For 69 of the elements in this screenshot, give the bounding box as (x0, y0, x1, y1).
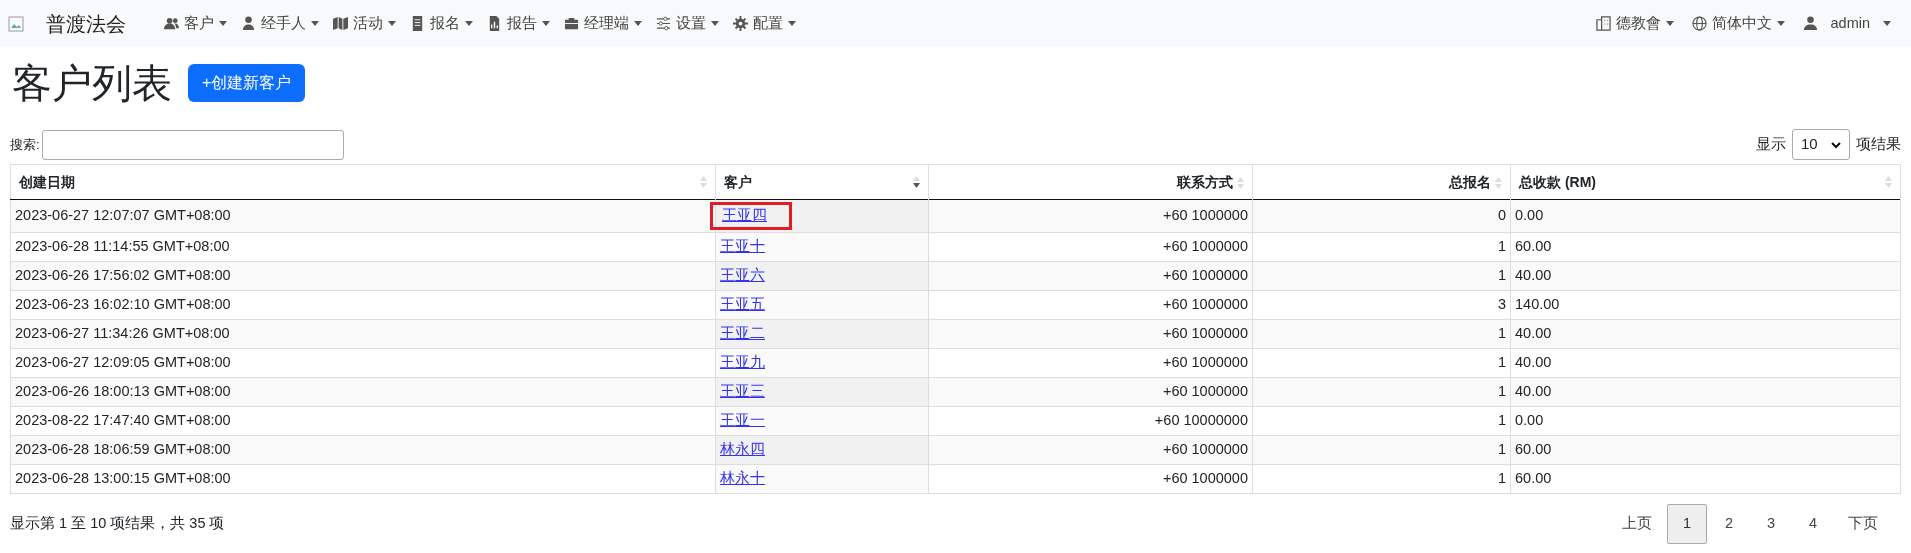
nav-menu-item[interactable]: 配置 (733, 12, 796, 35)
nav-menu-item[interactable]: 经理端 (564, 12, 642, 35)
table-cell: 60.00 (1510, 464, 1901, 494)
caret-icon (465, 21, 473, 26)
column-header[interactable]: 客户 (715, 164, 929, 200)
search-field[interactable] (41, 129, 344, 160)
customer-link[interactable]: 王亚四 (722, 207, 767, 223)
column-header[interactable]: 创建日期 (10, 164, 716, 200)
map-icon (333, 16, 348, 31)
create-customer-button[interactable]: +创建新客户 (188, 64, 306, 102)
caret-icon (311, 21, 319, 26)
caret-icon (711, 21, 719, 26)
table-cell: 1 (1252, 464, 1511, 494)
nav-menu-item[interactable]: 德教會 (1595, 12, 1674, 35)
page-button[interactable]: 上页 (1609, 503, 1665, 544)
customer-link[interactable]: 王亚九 (720, 353, 765, 370)
nav-menu-item[interactable]: 报名 (410, 12, 473, 35)
nav-menu-item[interactable]: admin (1802, 12, 1891, 35)
briefcase-icon (564, 16, 579, 31)
nav-menu-item[interactable]: 经手人 (241, 12, 319, 35)
broken-image-icon (8, 15, 24, 32)
page-button[interactable]: 1 (1667, 503, 1707, 544)
nav-menu-item[interactable]: 设置 (656, 12, 719, 35)
chart-document-icon (487, 16, 502, 31)
user-icon (1802, 16, 1818, 31)
building-icon (1595, 16, 1611, 31)
nav-menu-item[interactable]: 简体中文 (1691, 12, 1785, 35)
customer-link[interactable]: 林永四 (720, 440, 765, 457)
customer-link[interactable]: 王亚五 (720, 295, 765, 312)
globe-icon (1691, 16, 1707, 31)
length-label: 显示 (1756, 134, 1786, 155)
customer-link[interactable]: 王亚一 (720, 411, 765, 428)
caret-icon (1883, 21, 1891, 26)
nav-menu-item[interactable]: 客户 (164, 12, 227, 35)
caret-icon (634, 21, 642, 26)
customer-link[interactable]: 王亚六 (720, 266, 765, 283)
column-header[interactable]: 联系方式 (928, 164, 1253, 200)
length-label: 项结果 (1856, 134, 1901, 155)
customer-link[interactable]: 王亚三 (720, 382, 765, 399)
table-cell: +60 1000000 (928, 464, 1253, 494)
chevron-icon (1831, 140, 1841, 149)
caret-icon (542, 21, 550, 26)
users-icon (164, 16, 179, 31)
table-cell: 2023-06-28 13:00:15 GMT+08:00 (10, 464, 716, 494)
sliders-icon (656, 16, 671, 31)
page-title: 客户列表 (12, 60, 172, 107)
nav-menu-item[interactable]: 活动 (333, 12, 396, 35)
page-button[interactable]: 下页 (1835, 503, 1891, 544)
page-button[interactable]: 3 (1751, 503, 1791, 544)
caret-icon (1665, 21, 1674, 26)
person-icon (241, 16, 256, 31)
customer-link[interactable]: 王亚二 (720, 324, 765, 341)
customer-link[interactable]: 林永十 (720, 469, 765, 486)
document-icon (410, 16, 425, 31)
page-button[interactable]: 4 (1793, 503, 1833, 544)
search-label: 搜索: (10, 135, 40, 154)
caret-icon (1776, 21, 1785, 26)
nav-menu-item[interactable]: 报告 (487, 12, 550, 35)
table-info: 显示第 1 至 10 项结果，共 35 项 (10, 513, 225, 533)
brand-link[interactable]: 普渡法会 (46, 8, 126, 39)
caret-icon (788, 21, 796, 26)
settings-icon (733, 16, 748, 31)
caret-icon (388, 21, 396, 26)
caret-icon (219, 21, 227, 26)
column-header[interactable]: 总报名 (1252, 164, 1511, 200)
page-button[interactable]: 2 (1709, 503, 1749, 544)
page-length-select[interactable]: 10 (1792, 129, 1850, 160)
column-header[interactable]: 总收款 (RM) (1510, 164, 1901, 200)
customer-link[interactable]: 王亚十 (720, 237, 765, 254)
